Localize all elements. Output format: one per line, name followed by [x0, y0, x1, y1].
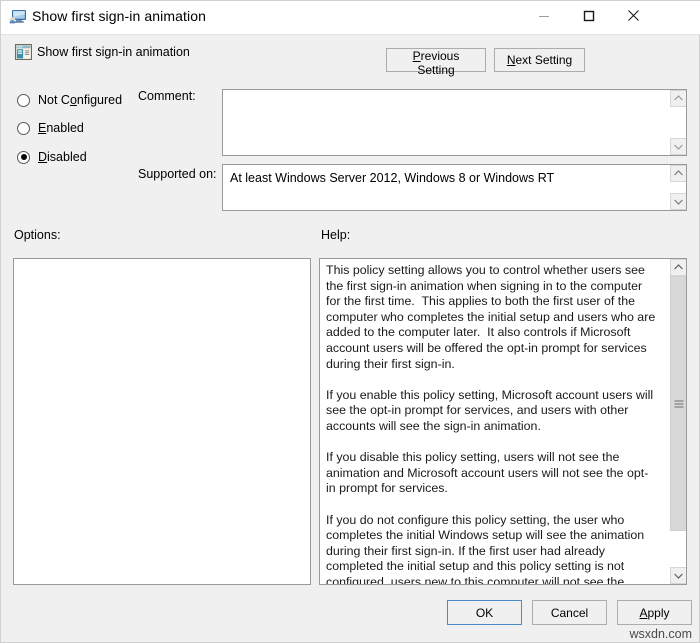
- radio-not-configured-label: Not Configured: [38, 93, 122, 107]
- supported-on-scroll-up-button[interactable]: [670, 165, 687, 182]
- radio-not-configured-post: nfigured: [77, 93, 122, 107]
- previous-setting-label-post: revious Setting: [417, 49, 459, 77]
- cancel-label-pre: Cancel: [551, 606, 588, 620]
- previous-setting-button[interactable]: Previous Setting: [386, 48, 486, 72]
- options-panel[interactable]: [13, 258, 311, 585]
- supported-on-textbox[interactable]: At least Windows Server 2012, Windows 8 …: [222, 164, 687, 211]
- comment-textbox[interactable]: [222, 89, 687, 156]
- help-scroll-up-button[interactable]: [670, 259, 687, 276]
- previous-setting-mnemonic: P: [413, 49, 421, 63]
- radio-disabled-post: isabled: [47, 150, 87, 164]
- ok-button[interactable]: OK: [447, 600, 522, 625]
- group-policy-setting-dialog: Show first sign-in animation: [0, 0, 700, 643]
- maximize-icon: [566, 10, 611, 25]
- close-icon: [611, 9, 656, 25]
- apply-label-post: pply: [648, 606, 670, 620]
- window-title: Show first sign-in animation: [32, 8, 206, 24]
- policy-header: Show first sign-in animation Previous Se…: [1, 35, 699, 83]
- cancel-button[interactable]: Cancel: [532, 600, 607, 625]
- supported-on-value: At least Windows Server 2012, Windows 8 …: [230, 171, 554, 185]
- comment-label: Comment:: [138, 89, 196, 103]
- help-scroll-down-button[interactable]: [670, 567, 687, 584]
- supported-on-scroll-track[interactable]: [670, 182, 687, 193]
- help-scroll-thumb[interactable]: [670, 276, 687, 531]
- radio-disabled[interactable]: Disabled: [17, 148, 87, 166]
- comment-scroll-up-button[interactable]: [670, 90, 687, 107]
- help-scroll-track[interactable]: [670, 276, 687, 567]
- help-label: Help:: [321, 228, 350, 242]
- radio-not-configured-pre: Not C: [38, 93, 70, 107]
- comment-scrollbar[interactable]: [669, 90, 686, 155]
- policy-title: Show first sign-in animation: [37, 45, 190, 59]
- apply-button[interactable]: Apply: [617, 600, 692, 625]
- scroll-thumb-grip-icon: [674, 400, 683, 407]
- options-label: Options:: [14, 228, 61, 242]
- minimize-button[interactable]: [521, 1, 566, 33]
- maximize-button[interactable]: [566, 1, 611, 33]
- radio-enabled[interactable]: Enabled: [17, 119, 84, 137]
- next-setting-label-post: ext Setting: [515, 53, 572, 67]
- radio-not-configured-mark[interactable]: [17, 94, 30, 107]
- policy-setting-icon: [15, 44, 32, 60]
- watermark: wsxdn.com: [629, 627, 692, 641]
- supported-on-label: Supported on:: [138, 167, 217, 181]
- minimize-icon: [521, 10, 566, 25]
- radio-enabled-post: nabled: [46, 121, 84, 135]
- radio-enabled-label: Enabled: [38, 121, 84, 135]
- next-setting-button[interactable]: Next Setting: [494, 48, 585, 72]
- radio-not-configured-mnemonic: o: [70, 93, 77, 107]
- computer-monitor-icon: [9, 9, 27, 25]
- radio-disabled-label: Disabled: [38, 150, 87, 164]
- comment-scroll-down-button[interactable]: [670, 138, 687, 155]
- radio-enabled-mark[interactable]: [17, 122, 30, 135]
- close-button[interactable]: [611, 1, 656, 33]
- help-text: This policy setting allows you to contro…: [326, 263, 656, 585]
- supported-on-scrollbar[interactable]: [669, 165, 686, 210]
- supported-on-scroll-down-button[interactable]: [670, 193, 687, 210]
- radio-disabled-mnemonic: D: [38, 150, 47, 164]
- help-panel: This policy setting allows you to contro…: [319, 258, 687, 585]
- radio-disabled-mark[interactable]: [17, 151, 30, 164]
- ok-label-pre: OK: [476, 606, 493, 620]
- help-scrollbar[interactable]: [669, 259, 686, 584]
- title-bar: Show first sign-in animation: [1, 1, 700, 35]
- apply-mnemonic: A: [639, 606, 647, 620]
- radio-not-configured[interactable]: Not Configured: [17, 91, 122, 109]
- comment-scroll-track[interactable]: [670, 107, 687, 138]
